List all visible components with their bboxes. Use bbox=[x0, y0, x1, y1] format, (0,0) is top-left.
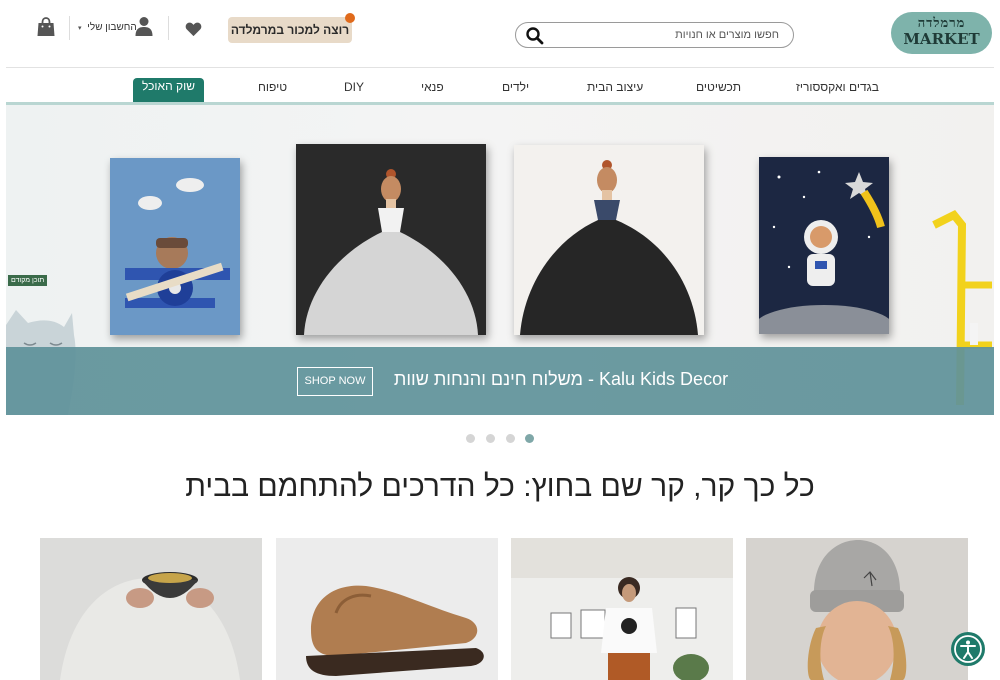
artwork-black-dress-image bbox=[514, 145, 704, 335]
header-divider bbox=[168, 16, 169, 40]
carousel-dot[interactable] bbox=[506, 434, 515, 443]
nav-item-home-design[interactable]: עיצוב הבית bbox=[587, 78, 643, 100]
sell-button-label: רוצה למכור במרמלדה bbox=[230, 23, 350, 37]
heart-icon[interactable] bbox=[185, 21, 202, 37]
accessibility-button[interactable] bbox=[951, 632, 985, 666]
nav-item-diy[interactable]: DIY bbox=[344, 78, 364, 100]
hero-banner[interactable]: תוכן מקודם Kalu Kids Decor - משלוח חינם … bbox=[6, 105, 994, 415]
sell-on-marmelada-button[interactable]: רוצה למכור במרמלדה bbox=[228, 13, 355, 43]
carousel-dot[interactable] bbox=[486, 434, 495, 443]
nav-item-leisure[interactable]: פנאי bbox=[421, 78, 444, 100]
my-account-menu[interactable]: החשבון שלי ▾ bbox=[78, 22, 137, 33]
site-header: מרמלדה MARKET רוצה למכור במרמלדה החשבון … bbox=[0, 0, 1000, 66]
accessibility-icon bbox=[954, 635, 982, 663]
account-label: החשבון שלי bbox=[87, 22, 137, 33]
logo-market: MARKET bbox=[903, 30, 980, 48]
nav-item-food-market[interactable]: שוק האוכל bbox=[133, 78, 204, 102]
user-icon[interactable] bbox=[135, 16, 153, 36]
product-image bbox=[746, 538, 968, 680]
shopping-bag-icon[interactable] bbox=[37, 17, 55, 37]
search-bar bbox=[515, 22, 794, 48]
artwork-pilot-image bbox=[110, 158, 240, 335]
artwork-white-dress-image bbox=[296, 144, 486, 335]
product-card-beanie[interactable] bbox=[746, 538, 968, 680]
product-image bbox=[276, 538, 498, 680]
section-heading: כל כך קר, קר שם בחוץ: כל הדרכים להתחמם ב… bbox=[185, 470, 815, 503]
nav-item-clothing[interactable]: בגדים ואקססוריז bbox=[796, 78, 879, 100]
artwork-astronaut-image bbox=[759, 157, 889, 334]
sponsored-tag: תוכן מקודם bbox=[8, 275, 48, 286]
search-input[interactable] bbox=[554, 26, 779, 44]
product-card-slippers[interactable] bbox=[276, 538, 498, 680]
header-divider bbox=[69, 16, 70, 40]
notification-dot bbox=[345, 13, 355, 23]
shop-now-button[interactable]: SHOP NOW bbox=[297, 367, 373, 396]
product-card-soup-bowl[interactable] bbox=[40, 538, 262, 680]
header-divider-line bbox=[6, 67, 994, 68]
carousel-dots bbox=[466, 434, 538, 444]
nav-item-grooming[interactable]: טיפוח bbox=[258, 78, 287, 100]
nav-item-kids[interactable]: ילדים bbox=[502, 78, 529, 100]
logo-hebrew: מרמלדה bbox=[917, 16, 966, 31]
site-logo[interactable]: מרמלדה MARKET bbox=[891, 12, 992, 54]
chevron-down-icon: ▾ bbox=[78, 25, 82, 32]
carousel-dot-active[interactable] bbox=[525, 434, 534, 443]
product-card-tshirt[interactable] bbox=[511, 538, 733, 680]
nav-item-jewelry[interactable]: תכשיטים bbox=[696, 78, 741, 100]
search-icon[interactable] bbox=[525, 26, 545, 46]
carousel-dot[interactable] bbox=[466, 434, 475, 443]
product-image bbox=[40, 538, 262, 680]
product-image bbox=[511, 538, 733, 680]
hero-title[interactable]: Kalu Kids Decor - משלוח חינם והנחות שוות bbox=[366, 369, 756, 390]
